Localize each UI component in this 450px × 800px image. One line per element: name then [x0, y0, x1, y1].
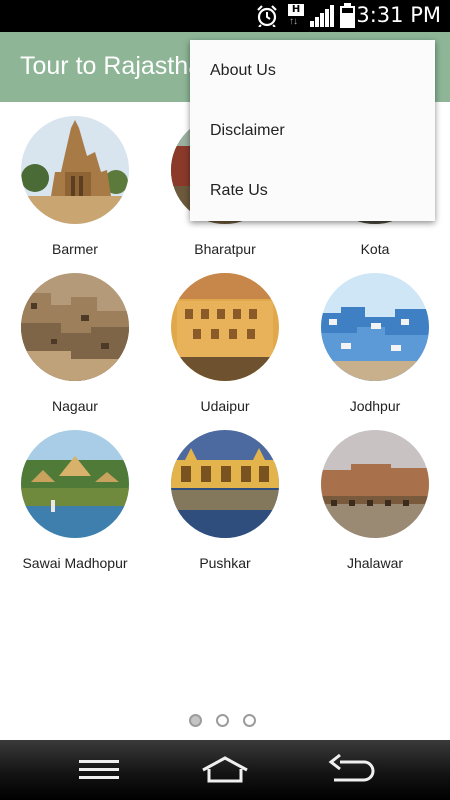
city-name: Sawai Madhopur: [22, 555, 128, 571]
page-dot[interactable]: [216, 714, 229, 727]
city-image: [321, 430, 429, 538]
alarm-clock-icon: [257, 5, 277, 27]
home-button[interactable]: [195, 752, 255, 788]
status-clock: 3:31 PM: [356, 3, 441, 27]
city-name: Nagaur: [52, 398, 98, 414]
city-tile-jhalawar[interactable]: Jhalawar: [300, 424, 450, 574]
home-icon: [202, 756, 248, 783]
city-name: Barmer: [52, 241, 98, 257]
menu-item-rate-us[interactable]: Rate Us: [190, 160, 435, 220]
city-image: [21, 430, 129, 538]
hspa-data-icon: H ↑↓: [286, 4, 306, 28]
app-title: Tour to Rajasthan: [20, 52, 216, 80]
battery-icon: [340, 3, 355, 28]
city-name: Jodhpur: [349, 398, 401, 414]
city-image: [171, 273, 279, 381]
city-tile-jodhpur[interactable]: Jodhpur: [300, 267, 450, 417]
city-image: [321, 273, 429, 381]
menu-button[interactable]: [69, 752, 129, 788]
city-name: Jhalawar: [346, 555, 404, 571]
city-name: Pushkar: [199, 555, 251, 571]
menu-icon: [79, 760, 119, 779]
status-bar: H ↑↓ 3:31 PM: [0, 0, 450, 32]
navigation-bar: [0, 740, 450, 800]
city-tile-sawai-madhopur[interactable]: Sawai Madhopur: [0, 424, 150, 574]
city-image: [171, 430, 279, 538]
city-tile-barmer[interactable]: Barmer: [0, 110, 150, 260]
city-image: [21, 273, 129, 381]
city-tile-udaipur[interactable]: Udaipur: [150, 267, 300, 417]
city-tile-nagaur[interactable]: Nagaur: [0, 267, 150, 417]
network-type-label: H: [288, 4, 304, 16]
page-dot[interactable]: [189, 714, 202, 727]
city-name: Kota: [360, 241, 390, 257]
city-name: Udaipur: [200, 398, 250, 414]
city-name: Bharatpur: [194, 241, 256, 257]
page-indicator: [189, 714, 261, 728]
menu-item-disclaimer[interactable]: Disclaimer: [190, 100, 435, 160]
back-icon: [328, 753, 375, 782]
back-button[interactable]: [322, 752, 382, 788]
overflow-menu: About Us Disclaimer Rate Us: [190, 40, 435, 221]
signal-icon: [310, 5, 334, 27]
city-tile-pushkar[interactable]: Pushkar: [150, 424, 300, 574]
city-image: [21, 116, 129, 224]
menu-item-about-us[interactable]: About Us: [190, 40, 435, 100]
page-dot[interactable]: [243, 714, 256, 727]
